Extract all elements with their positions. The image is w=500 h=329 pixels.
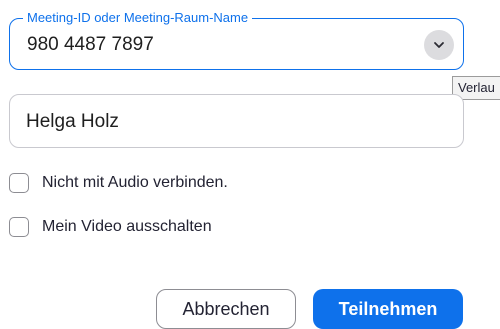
video-off-checkbox[interactable]: [9, 217, 29, 237]
no-audio-label: Nicht mit Audio verbinden.: [42, 174, 228, 191]
no-audio-checkbox[interactable]: [9, 173, 29, 193]
name-field[interactable]: [9, 94, 464, 148]
no-audio-option[interactable]: Nicht mit Audio verbinden.: [9, 173, 228, 193]
video-off-label: Mein Video ausschalten: [42, 218, 212, 235]
chevron-down-icon: [434, 42, 444, 48]
cancel-button[interactable]: Abbrechen: [156, 289, 296, 329]
join-meeting-dialog: Meeting-ID oder Meeting-Raum-Name Verlau…: [0, 0, 500, 329]
video-off-option[interactable]: Mein Video ausschalten: [9, 217, 212, 237]
meeting-history-button[interactable]: [424, 30, 454, 60]
join-button[interactable]: Teilnehmen: [313, 289, 463, 329]
meeting-id-field[interactable]: Meeting-ID oder Meeting-Raum-Name: [9, 10, 464, 70]
meeting-id-legend: Meeting-ID oder Meeting-Raum-Name: [23, 10, 253, 26]
meeting-id-input[interactable]: [27, 33, 407, 57]
name-input[interactable]: [26, 110, 446, 134]
